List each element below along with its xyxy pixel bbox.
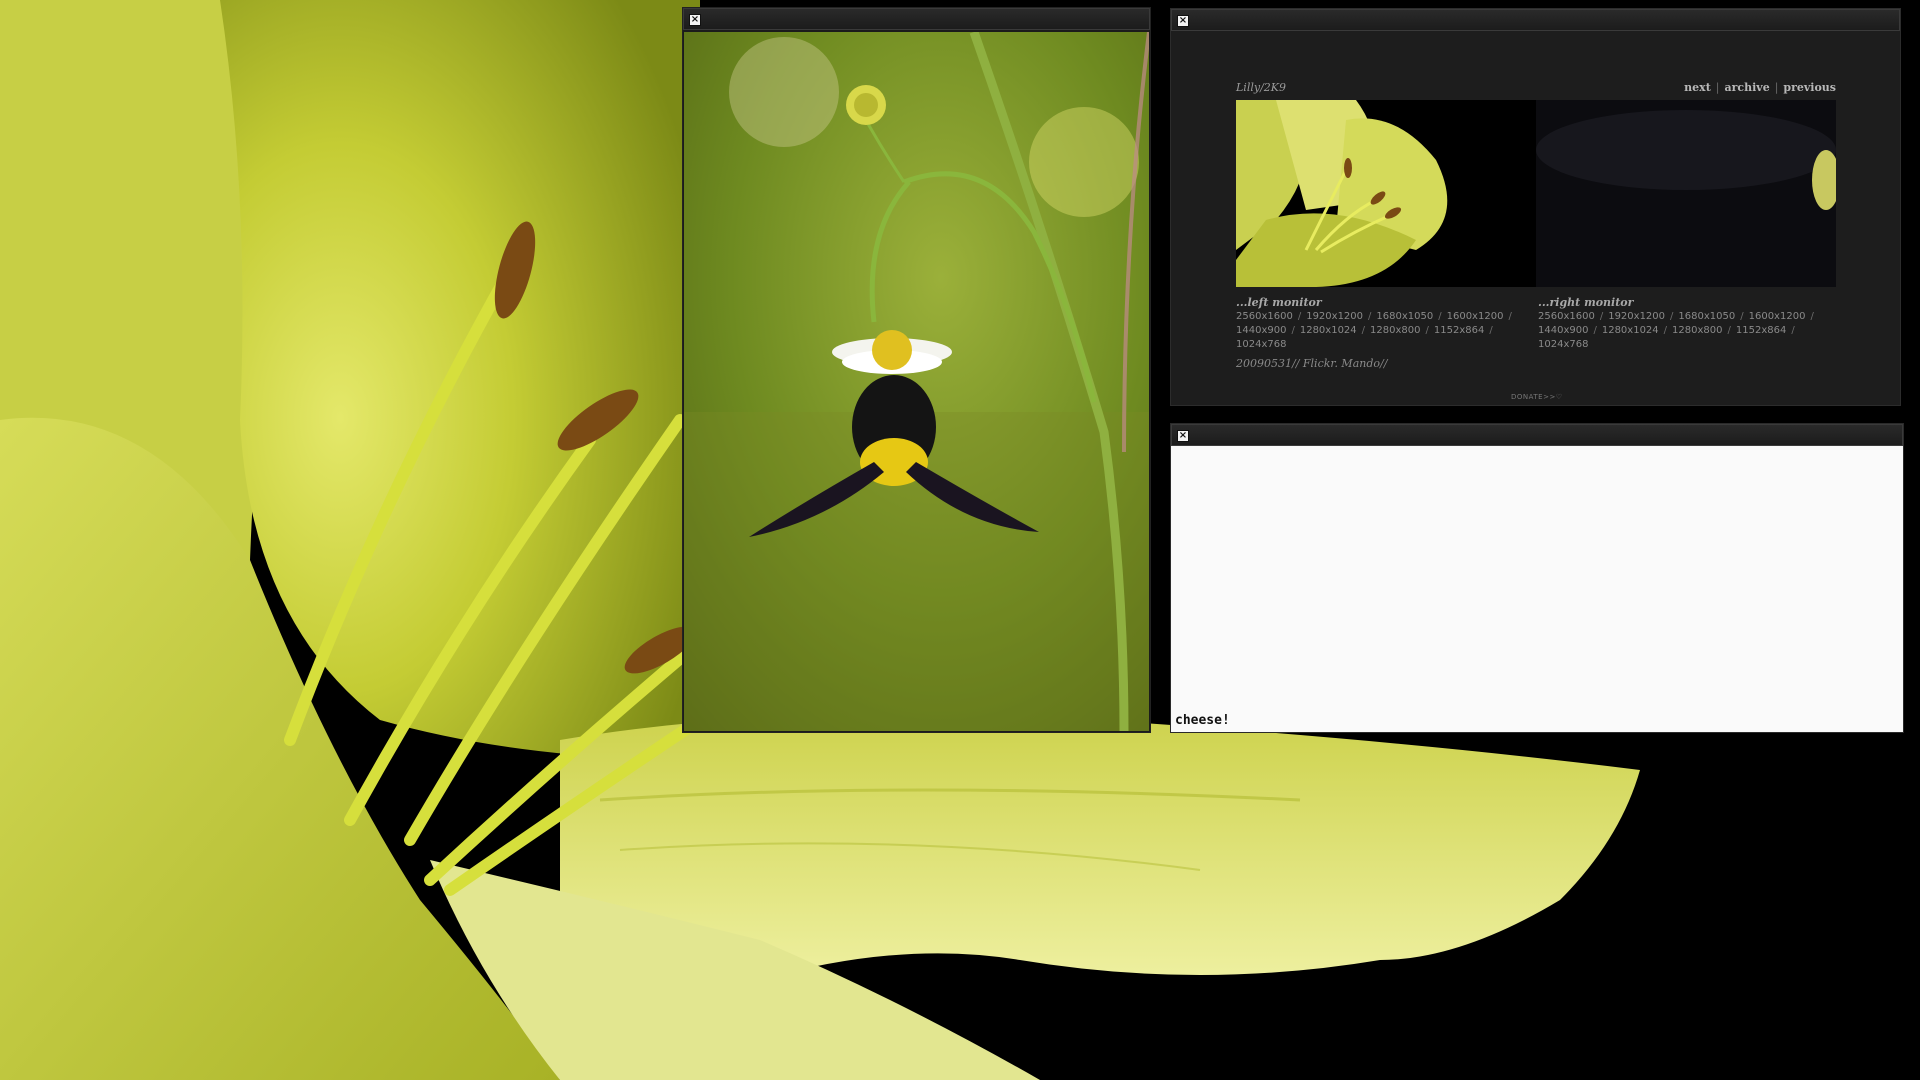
next-link[interactable]: next <box>1684 81 1711 94</box>
resolution-link[interactable]: 1280x1024 <box>1300 325 1357 336</box>
resolution-link[interactable]: 1280x800 <box>1672 325 1722 336</box>
site-window-titlebar[interactable]: × <box>1171 9 1900 31</box>
left-monitor-heading: ...left monitor <box>1236 296 1322 309</box>
photo-credit: 20090531// Flickr. Mando// <box>1236 357 1388 370</box>
resolution-link[interactable]: 1440x900 <box>1236 325 1286 336</box>
lily-banner-image <box>1236 100 1836 287</box>
archive-link[interactable]: archive <box>1725 81 1770 94</box>
terminal-window[interactable]: × cheese! <box>1170 423 1904 733</box>
resolution-link[interactable]: 1680x1050 <box>1376 311 1433 322</box>
resolution-link[interactable]: 1024x768 <box>1236 339 1286 350</box>
resolution-link[interactable]: 1440x900 <box>1538 325 1588 336</box>
resolution-link[interactable]: 2560x1600 <box>1236 311 1293 322</box>
resolution-link[interactable]: 1280x800 <box>1370 325 1420 336</box>
resolution-link[interactable]: 1920x1200 <box>1608 311 1665 322</box>
close-icon[interactable]: × <box>1177 15 1189 27</box>
resolution-link[interactable]: 1152x864 <box>1434 325 1484 336</box>
resolution-link[interactable]: 1600x1200 <box>1447 311 1504 322</box>
site-content: Lilly/2K9 next | archive | previous ...l… <box>1171 31 1900 405</box>
right-monitor-column: ...right monitor 2560x1600/1920x1200/168… <box>1538 296 1828 352</box>
right-monitor-heading: ...right monitor <box>1538 296 1634 309</box>
nav-separator: | <box>1774 81 1779 94</box>
site-nav: next | archive | previous <box>1684 81 1836 94</box>
donate-link[interactable]: DONATE>>♡ <box>1511 393 1563 401</box>
terminal-output: cheese! <box>1175 713 1230 728</box>
left-monitor-resolutions: 2560x1600/1920x1200/1680x1050/1600x1200/… <box>1236 311 1512 350</box>
resolution-link[interactable]: 1280x1024 <box>1602 325 1659 336</box>
resolution-link[interactable]: 1152x864 <box>1736 325 1786 336</box>
resolution-link[interactable]: 1600x1200 <box>1749 311 1806 322</box>
previous-link[interactable]: previous <box>1783 81 1836 94</box>
photo-window-titlebar[interactable]: × <box>683 8 1150 30</box>
nav-separator: | <box>1715 81 1720 94</box>
close-icon[interactable]: × <box>1177 430 1189 442</box>
resolution-link[interactable]: 1024x768 <box>1538 339 1588 350</box>
close-icon[interactable]: × <box>689 14 701 26</box>
resolution-link[interactable]: 2560x1600 <box>1538 311 1595 322</box>
terminal-window-titlebar[interactable]: × <box>1171 424 1903 446</box>
resolution-link[interactable]: 1920x1200 <box>1306 311 1363 322</box>
photo-window[interactable]: × <box>682 7 1151 733</box>
wallpaper-site-window[interactable]: × Lilly/2K9 next | archive | previous ..… <box>1170 8 1901 406</box>
left-monitor-column: ...left monitor 2560x1600/1920x1200/1680… <box>1236 296 1526 352</box>
right-monitor-resolutions: 2560x1600/1920x1200/1680x1050/1600x1200/… <box>1538 311 1814 350</box>
bee-photo <box>684 32 1149 731</box>
site-title: Lilly/2K9 <box>1236 81 1286 94</box>
terminal-content[interactable]: cheese! <box>1171 447 1903 732</box>
resolution-link[interactable]: 1680x1050 <box>1678 311 1735 322</box>
